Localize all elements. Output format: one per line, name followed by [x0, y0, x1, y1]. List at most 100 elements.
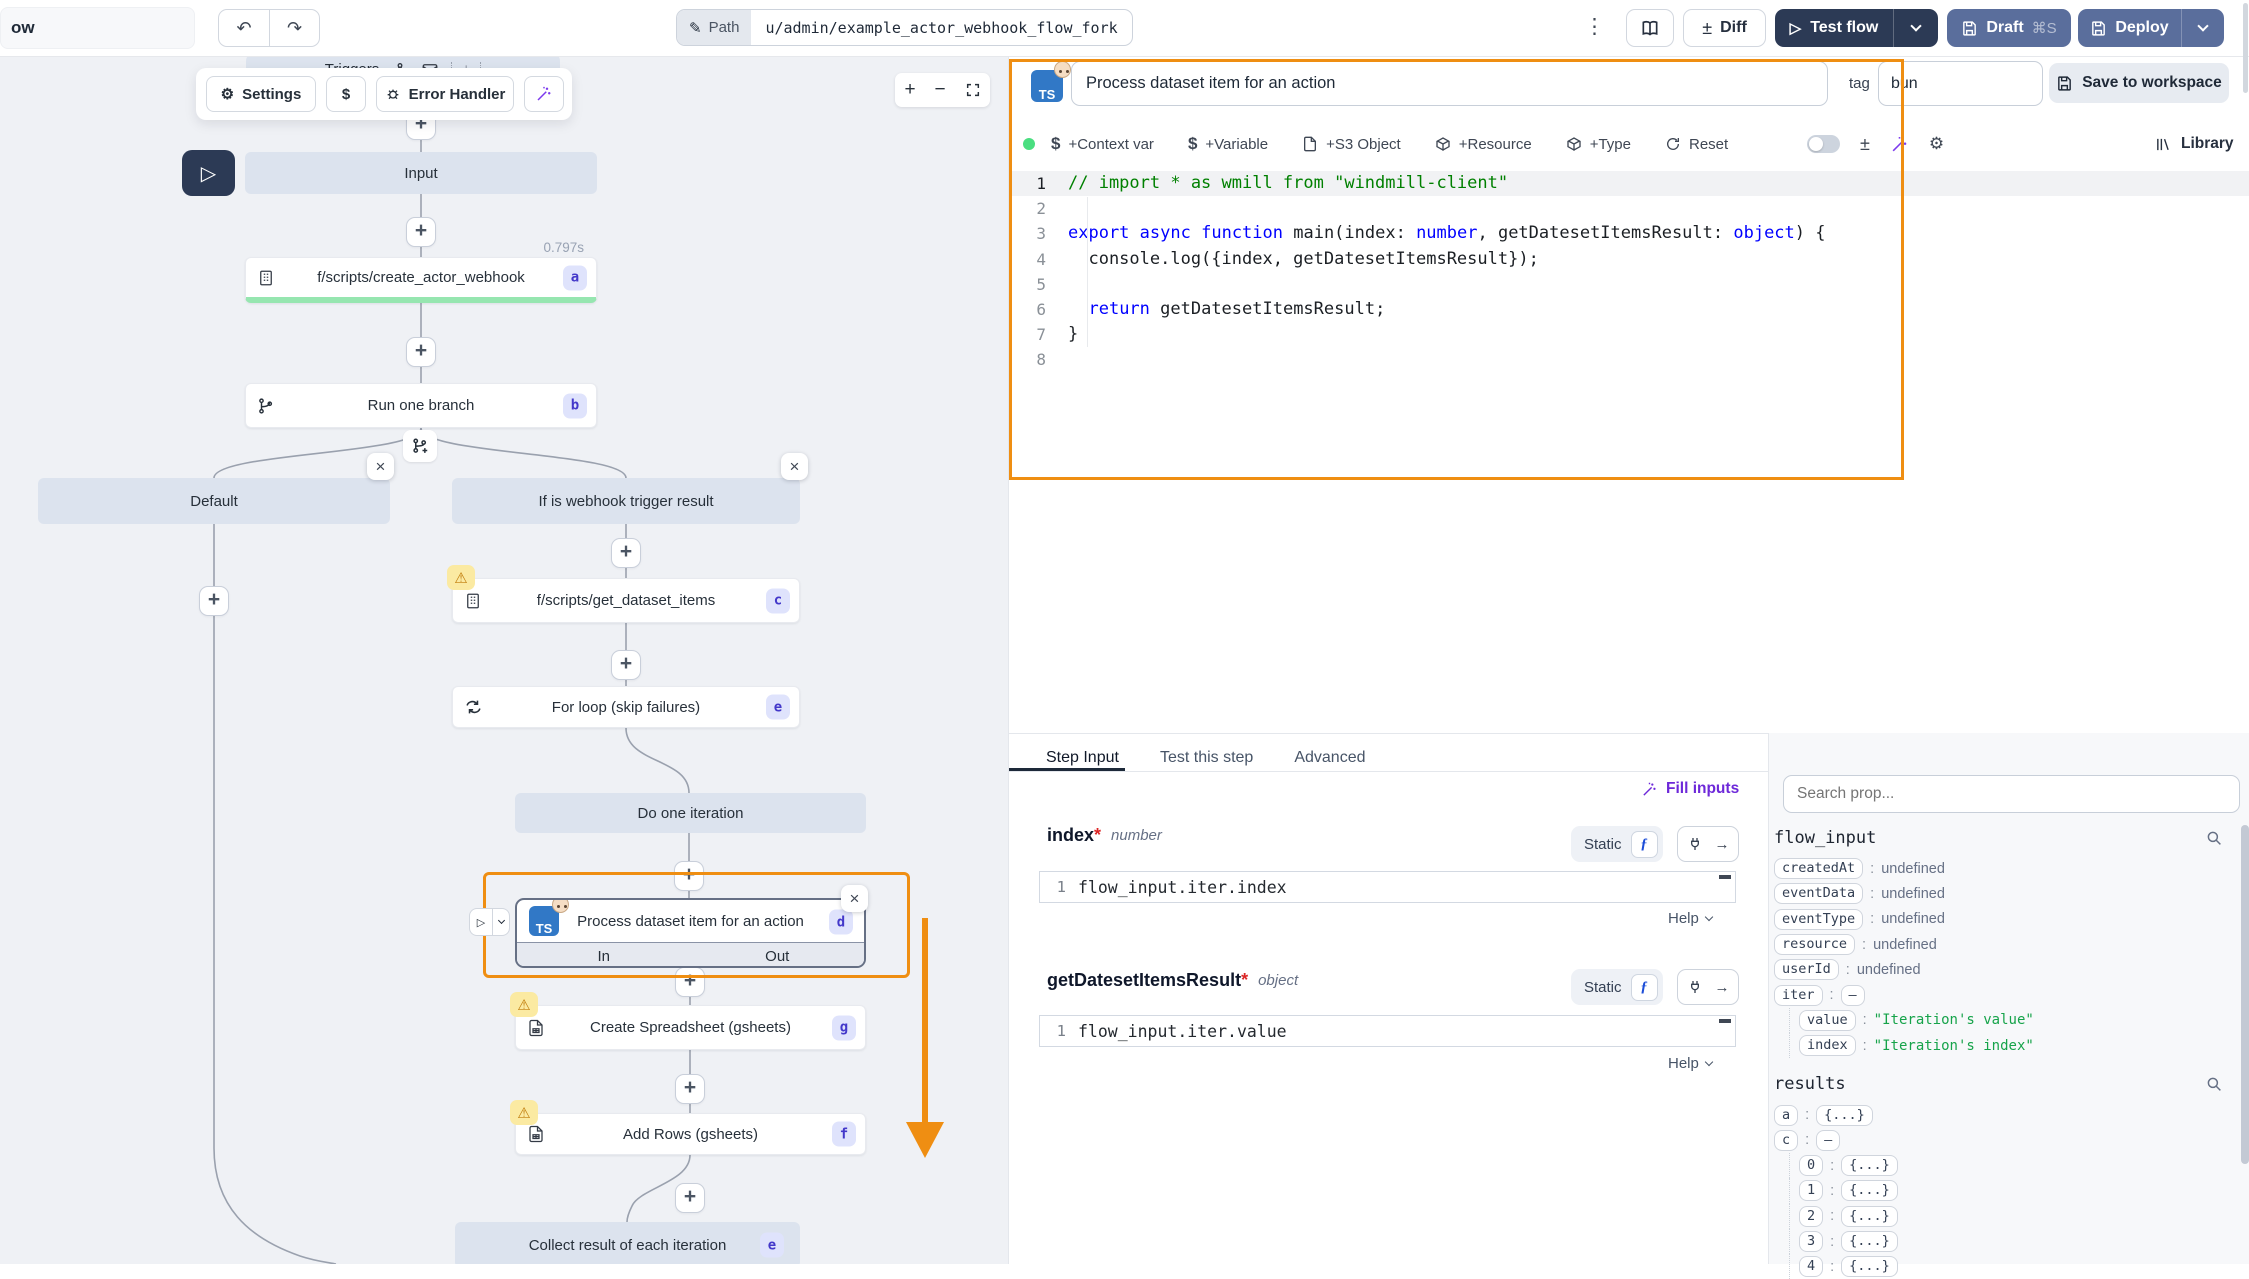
s3-object-button[interactable]: +S3 Object [1302, 136, 1401, 153]
run-flow-button[interactable]: ▷ [182, 150, 235, 196]
test-flow-main[interactable]: ▷ Test flow [1775, 19, 1893, 37]
code-editor[interactable]: 1// import * as wmill from "windmill-cli… [1009, 171, 2249, 733]
add-step-button[interactable]: + [406, 217, 436, 247]
delete-branch-button[interactable]: × [367, 453, 394, 480]
help-toggle[interactable]: Help [1668, 1055, 1712, 1072]
add-step-button[interactable]: + [199, 586, 229, 616]
flow-node-input[interactable]: Input [245, 152, 597, 194]
add-step-button[interactable]: + [674, 861, 704, 891]
function-mode-button[interactable]: ƒ [1631, 831, 1658, 858]
tag-input[interactable] [1878, 61, 2043, 106]
kebab-menu[interactable]: ⋮ [1584, 14, 1605, 39]
value-pill[interactable]: – [1841, 985, 1865, 1006]
test-flow-button[interactable]: ▷ Test flow [1775, 9, 1938, 47]
flow-canvas[interactable]: Triggers + ⚙ Settings $ Error Handler + … [0, 57, 1008, 1264]
value-pill[interactable]: {...} [1841, 1155, 1898, 1176]
key-pill[interactable]: 2 [1799, 1206, 1823, 1227]
key-pill[interactable]: a [1774, 1105, 1798, 1126]
flow-node-if-branch[interactable]: If is webhook trigger result [452, 478, 800, 524]
reset-button[interactable]: Reset [1665, 136, 1728, 153]
value-pill[interactable]: {...} [1816, 1105, 1873, 1126]
add-step-button[interactable]: + [611, 538, 641, 568]
path-chip[interactable]: ✎ Path u/admin/example_actor_webhook_flo… [676, 9, 1133, 46]
key-pill[interactable]: 3 [1799, 1231, 1823, 1252]
key-pill[interactable]: createdAt [1774, 858, 1863, 879]
delete-step-button[interactable]: × [841, 885, 868, 912]
step-title-input[interactable] [1071, 61, 1828, 106]
tab-step-input[interactable]: Step Input [1046, 749, 1119, 767]
test-flow-dropdown[interactable] [1894, 26, 1938, 30]
flow-node-default-branch[interactable]: Default [38, 478, 390, 524]
flow-node-add-rows[interactable]: Add Rows (gsheets) f [515, 1113, 866, 1155]
zoom-in-button[interactable]: + [904, 79, 915, 101]
delete-branch-button[interactable]: × [781, 453, 808, 480]
docs-button[interactable] [1626, 9, 1674, 47]
key-pill[interactable]: resource [1774, 934, 1855, 955]
value-pill[interactable]: {...} [1841, 1256, 1898, 1277]
flow-name-input[interactable] [0, 7, 195, 49]
key-pill[interactable]: eventType [1774, 909, 1863, 930]
flow-node-collect-result[interactable]: Collect result of each iteration e [455, 1222, 800, 1264]
scrollbar-thumb[interactable] [2241, 825, 2249, 1164]
result-expr-editor[interactable]: 1 flow_input.iter.value [1039, 1015, 1736, 1047]
add-step-button[interactable]: + [611, 650, 641, 680]
flow-node-do-one-iteration[interactable]: Do one iteration [515, 793, 866, 833]
gear-icon[interactable]: ⚙ [1929, 134, 1944, 154]
key-pill[interactable]: index [1799, 1035, 1856, 1056]
scrollbar-thumb[interactable] [2243, 3, 2248, 93]
key-pill[interactable]: 4 [1799, 1256, 1823, 1277]
flow-node-process-item[interactable]: TS Process dataset item for an action d … [515, 898, 866, 968]
undo-button[interactable]: ↶ [219, 18, 269, 39]
flow-node-run-one-branch[interactable]: Run one branch b [245, 383, 597, 428]
zoom-out-button[interactable]: − [934, 79, 945, 101]
tab-advanced[interactable]: Advanced [1294, 749, 1365, 767]
ai-wand-icon[interactable] [1890, 135, 1909, 154]
value-pill[interactable]: {...} [1841, 1231, 1898, 1252]
variable-button[interactable]: $+Variable [1188, 134, 1268, 154]
tab-test-this-step[interactable]: Test this step [1160, 749, 1253, 767]
arrow-right-icon[interactable]: → [1715, 836, 1730, 853]
key-pill[interactable]: userId [1774, 959, 1839, 980]
save-to-workspace-button[interactable]: Save to workspace [2049, 63, 2229, 103]
add-step-button[interactable]: + [675, 1074, 705, 1104]
diff-icon[interactable]: ± [1860, 134, 1870, 155]
draft-button[interactable]: Draft ⌘S [1947, 9, 2071, 47]
key-pill[interactable]: value [1799, 1010, 1856, 1031]
search-prop-input[interactable] [1783, 775, 2240, 813]
resource-button[interactable]: +Resource [1435, 136, 1532, 153]
diff-mode-toggle[interactable] [1807, 135, 1840, 153]
add-step-button[interactable]: + [406, 337, 436, 367]
plug-icon[interactable] [1687, 979, 1703, 995]
key-pill[interactable]: eventData [1774, 883, 1863, 904]
key-pill[interactable]: c [1774, 1130, 1798, 1151]
index-expr-editor[interactable]: 1 flow_input.iter.index [1039, 871, 1736, 903]
add-step-button[interactable]: + [675, 967, 705, 997]
run-step-button[interactable]: ▷ [470, 916, 492, 929]
flow-node-get-dataset-items[interactable]: f/scripts/get_dataset_items c [452, 578, 800, 623]
function-mode-button[interactable]: ƒ [1631, 974, 1658, 1001]
settings-button[interactable]: ⚙ Settings [206, 76, 316, 112]
key-pill[interactable]: 0 [1799, 1155, 1823, 1176]
static-toggle[interactable]: Static ƒ [1571, 969, 1663, 1005]
value-pill[interactable]: {...} [1841, 1180, 1898, 1201]
key-pill[interactable]: 1 [1799, 1180, 1823, 1201]
deploy-button[interactable]: Deploy [2078, 9, 2224, 47]
deploy-main[interactable]: Deploy [2078, 19, 2181, 37]
add-step-button[interactable]: + [675, 1183, 705, 1213]
node-title-row[interactable]: TS Process dataset item for an action d [517, 900, 864, 942]
add-branch-button[interactable] [403, 430, 437, 462]
value-pill[interactable]: – [1816, 1130, 1840, 1151]
run-step-dropdown[interactable] [493, 922, 509, 923]
value-pill[interactable]: {...} [1841, 1206, 1898, 1227]
type-button[interactable]: +Type [1566, 136, 1631, 153]
node-out-tab[interactable]: Out [691, 948, 865, 965]
ai-assistant-button[interactable] [524, 76, 564, 112]
flow-node-create-spreadsheet[interactable]: Create Spreadsheet (gsheets) g [515, 1005, 866, 1050]
flow-node-for-loop[interactable]: For loop (skip failures) e [452, 686, 800, 728]
context-var-button[interactable]: $+Context var [1051, 134, 1154, 154]
key-pill[interactable]: iter [1774, 985, 1823, 1006]
error-handler-button[interactable]: Error Handler [376, 76, 514, 112]
help-toggle[interactable]: Help [1668, 910, 1712, 927]
flow-node-create-actor-webhook[interactable]: f/scripts/create_actor_webhook a [245, 257, 597, 303]
plug-icon[interactable] [1687, 836, 1703, 852]
